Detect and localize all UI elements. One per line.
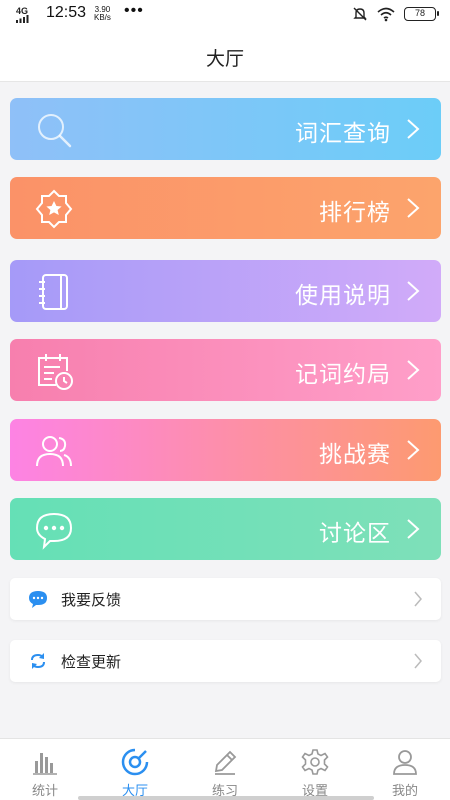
card-label: 挑战赛 [319,442,391,468]
tab-profile[interactable]: 我的 [360,739,450,800]
row-label: 我要反馈 [61,591,122,609]
feedback-row[interactable]: 我要反馈 [10,578,441,620]
chevron-right-icon [407,519,420,539]
page-title: 大厅 [205,48,244,70]
tab-statistics[interactable]: 统计 [0,739,90,800]
tab-settings[interactable]: 设置 [270,739,360,800]
search-icon [38,114,72,148]
header: 大厅 [0,30,450,82]
chevron-right-icon [407,440,420,460]
tab-label: 统计 [31,784,58,799]
challenge-card[interactable]: 挑战赛 [10,419,441,481]
status-bar: 4G 12:53 3.90 KB/s ••• 78 [0,0,450,30]
gear-icon [301,749,329,775]
card-label: 使用说明 [295,283,391,309]
user-guide-card[interactable]: 使用说明 [10,260,441,322]
more-notifications-icon: ••• [124,2,144,19]
home-indicator [78,796,374,800]
network-speed: 3.90 KB/s [94,6,111,22]
network-type: 4G [16,6,29,16]
pencil-icon [214,750,237,775]
refresh-icon [31,653,45,669]
tab-hall[interactable]: 大厅 [90,739,180,800]
battery-indicator: 78 [404,7,439,21]
wifi-icon [377,7,395,22]
signal-indicator: 4G [16,7,30,24]
clock: 12:53 [46,4,87,21]
leaderboard-card[interactable]: 排行榜 [10,177,441,239]
card-label: 讨论区 [319,521,391,547]
calendar-clock-icon [38,354,73,390]
card-label: 排行榜 [319,200,391,226]
tab-bar: 统计 大厅 练习 设置 我的 [0,738,450,800]
row-label: 检查更新 [61,653,122,671]
card-label: 记词约局 [295,362,391,388]
check-update-row[interactable]: 检查更新 [10,640,441,682]
chevron-right-icon [407,281,420,301]
badge-star-icon [35,189,73,229]
chevron-right-icon [407,360,420,380]
feedback-icon [29,591,47,608]
notebook-icon [39,274,68,310]
card-label: 词汇查询 [295,121,391,147]
users-icon [36,436,72,467]
chevron-right-icon [414,591,422,607]
bar-chart-icon [33,753,57,775]
vocabulary-search-card[interactable]: 词汇查询 [10,98,441,160]
mute-icon [353,7,367,21]
user-icon [393,750,417,775]
vocab-appointment-card[interactable]: 记词约局 [10,339,441,401]
status-right: 78 [352,6,439,22]
speed-unit: KB/s [94,13,111,22]
tab-practice[interactable]: 练习 [180,739,270,800]
signal-icon [16,15,29,23]
chat-bubble-icon [35,512,73,550]
chevron-right-icon [407,198,420,218]
hall-icon [121,748,149,776]
chevron-right-icon [407,119,420,139]
forum-card[interactable]: 讨论区 [10,498,441,560]
chevron-right-icon [414,653,422,669]
